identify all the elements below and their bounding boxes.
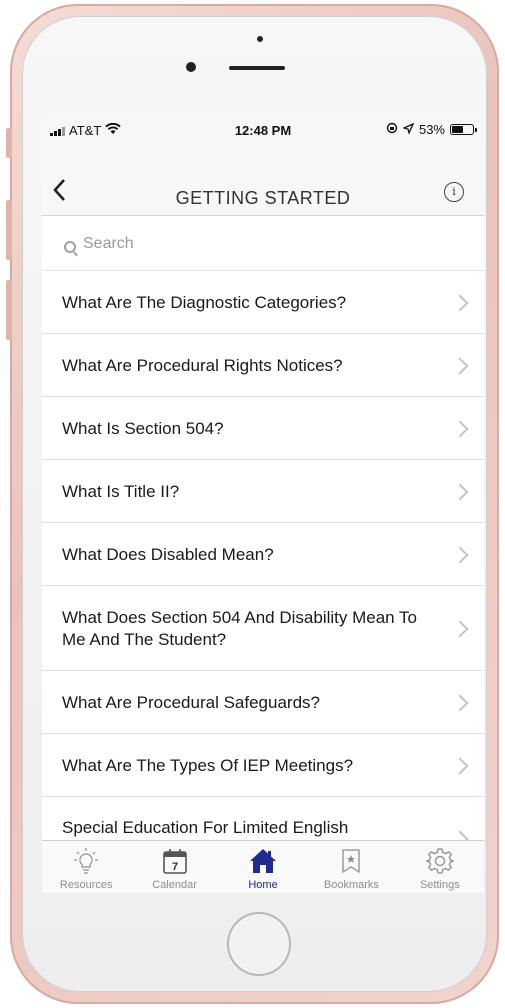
list-item[interactable]: What Are The Diagnostic Categories? bbox=[42, 271, 484, 334]
tab-label: Calendar bbox=[152, 879, 197, 891]
list-item-label: What Does Disabled Mean? bbox=[62, 545, 274, 564]
home-icon bbox=[249, 847, 277, 880]
navigation-bar: GETTING STARTED i bbox=[42, 144, 484, 216]
search-bar[interactable]: Search bbox=[42, 216, 484, 271]
list-item[interactable]: What Are Procedural Rights Notices? bbox=[42, 334, 484, 397]
chevron-right-icon bbox=[451, 546, 469, 564]
tab-settings[interactable]: Settings bbox=[396, 841, 484, 893]
chevron-right-icon bbox=[451, 357, 469, 375]
bookmark-icon bbox=[340, 847, 362, 880]
list-item-label: What Is Section 504? bbox=[62, 419, 224, 438]
list-item-label: What Does Section 504 And Disability Mea… bbox=[62, 608, 417, 649]
list-item-label: Special Education For Limited English bbox=[62, 818, 349, 837]
battery-percent: 53% bbox=[418, 122, 445, 137]
location-icon bbox=[401, 122, 415, 137]
tab-bar: Resources 7 Calendar Home Bookmarks Sett… bbox=[42, 840, 484, 893]
tab-label: Resources bbox=[59, 879, 113, 891]
list-item-label: What Are The Diagnostic Categories? bbox=[62, 293, 347, 312]
list-item-label: What Are Procedural Rights Notices? bbox=[62, 356, 343, 375]
info-icon[interactable]: i bbox=[444, 182, 464, 202]
list-item[interactable]: What Is Section 504? bbox=[42, 397, 484, 460]
tab-label: Settings bbox=[419, 879, 460, 891]
battery-level bbox=[452, 126, 463, 133]
topic-list: What Are The Diagnostic Categories? What … bbox=[42, 271, 484, 860]
tab-resources[interactable]: Resources bbox=[42, 841, 130, 893]
page-title: GETTING STARTED bbox=[175, 188, 351, 208]
list-item[interactable]: What Are The Types Of IEP Meetings? bbox=[42, 734, 484, 797]
chevron-right-icon bbox=[451, 483, 469, 501]
tab-bookmarks[interactable]: Bookmarks bbox=[307, 841, 395, 893]
lightbulb-icon bbox=[73, 847, 99, 880]
tab-home[interactable]: Home bbox=[219, 841, 307, 893]
proximity-sensor bbox=[257, 36, 263, 42]
home-hardware-button[interactable] bbox=[227, 912, 291, 976]
mute-switch bbox=[6, 128, 12, 158]
tab-label: Bookmarks bbox=[323, 879, 379, 891]
list-item-label: What Is Title II? bbox=[62, 482, 180, 501]
search-icon bbox=[64, 241, 76, 253]
status-bar: AT&T 12:48 PM 53% bbox=[42, 116, 484, 144]
list-item[interactable]: What Is Title II? bbox=[42, 460, 484, 523]
volume-down-button bbox=[6, 280, 12, 340]
chevron-right-icon bbox=[451, 694, 469, 712]
front-camera bbox=[186, 62, 196, 72]
list-item-label: What Are Procedural Safeguards? bbox=[62, 693, 320, 712]
list-item[interactable]: What Does Section 504 And Disability Mea… bbox=[42, 586, 484, 671]
calendar-icon: 7 bbox=[162, 847, 188, 880]
orientation-lock-icon bbox=[386, 122, 398, 137]
earpiece-speaker bbox=[229, 66, 285, 70]
chevron-right-icon bbox=[451, 294, 469, 312]
gear-icon bbox=[425, 847, 454, 880]
tab-label: Home bbox=[248, 879, 278, 891]
search-input[interactable]: Search bbox=[83, 235, 134, 253]
tab-calendar[interactable]: 7 Calendar bbox=[130, 841, 218, 893]
volume-up-button bbox=[6, 200, 12, 260]
list-item[interactable]: What Are Procedural Safeguards? bbox=[42, 671, 484, 734]
list-item[interactable]: What Does Disabled Mean? bbox=[42, 523, 484, 586]
app-screen: AT&T 12:48 PM 53% GETTING STARTED i Sear… bbox=[42, 116, 484, 893]
chevron-right-icon bbox=[451, 757, 469, 775]
chevron-right-icon bbox=[451, 420, 469, 438]
battery-icon bbox=[450, 124, 477, 135]
calendar-day: 7 bbox=[172, 861, 178, 873]
list-item-label: What Are The Types Of IEP Meetings? bbox=[62, 756, 354, 775]
chevron-right-icon bbox=[451, 620, 469, 638]
